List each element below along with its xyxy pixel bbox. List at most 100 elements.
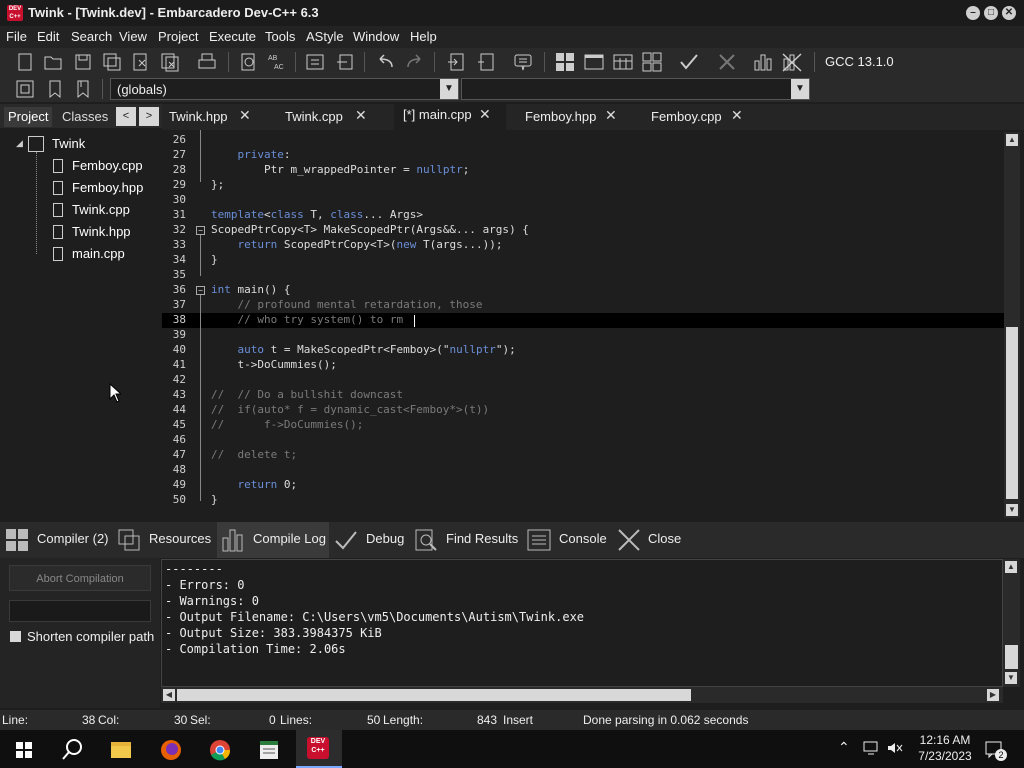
search-icon[interactable] bbox=[52, 734, 92, 766]
new-file-icon[interactable] bbox=[14, 51, 36, 73]
project-options-icon[interactable] bbox=[512, 51, 534, 73]
goto-bookmark-icon[interactable] bbox=[72, 78, 94, 100]
tree-file-femboy-hpp[interactable]: Femboy.hpp bbox=[72, 180, 143, 195]
scroll-up-icon[interactable]: ▲ bbox=[1006, 134, 1018, 146]
code-line[interactable]: 47 // delete t; bbox=[162, 448, 1004, 463]
tab-twink-hpp[interactable]: Twink.hpp bbox=[169, 109, 228, 124]
network-icon[interactable] bbox=[862, 740, 880, 756]
code-line[interactable]: 48 bbox=[162, 463, 1004, 478]
maximize-button[interactable]: □ bbox=[984, 6, 998, 20]
close-icon[interactable]: ✕ bbox=[731, 107, 743, 124]
tab-twink-cpp[interactable]: Twink.cpp bbox=[285, 109, 343, 124]
code-line[interactable]: 42 bbox=[162, 373, 1004, 388]
scroll-right-icon[interactable]: ▶ bbox=[987, 689, 999, 701]
delete-profile-icon[interactable] bbox=[781, 51, 803, 73]
code-line[interactable]: 29}; bbox=[162, 178, 1004, 193]
chevron-down-icon[interactable]: ▼ bbox=[440, 79, 458, 99]
close-icon[interactable]: ✕ bbox=[605, 107, 617, 124]
compiler-select[interactable]: GCC 13.1.0 bbox=[825, 54, 894, 69]
code-line[interactable]: 45 // f->DoCummies(); bbox=[162, 418, 1004, 433]
new-project-icon[interactable] bbox=[446, 51, 468, 73]
code-line[interactable]: 32 ScopedPtrCopy<T> MakeScopedPtr(Args&&.… bbox=[162, 223, 1004, 238]
scope-select[interactable]: (globals) ▼ bbox=[110, 78, 459, 100]
fold-toggle-icon[interactable]: − bbox=[196, 286, 205, 295]
abort-compilation-button[interactable]: Abort Compilation bbox=[9, 565, 151, 591]
menu-edit[interactable]: Edit bbox=[37, 29, 59, 44]
next-tab-button[interactable]: > bbox=[139, 107, 159, 126]
code-line[interactable]: 33 return ScopedPtrCopy<T>(new T(args...… bbox=[162, 238, 1004, 253]
menu-tools[interactable]: Tools bbox=[265, 29, 295, 44]
menu-search[interactable]: Search bbox=[71, 29, 112, 44]
collapse-icon[interactable]: ◢ bbox=[16, 138, 23, 149]
menu-window[interactable]: Window bbox=[353, 29, 399, 44]
code-line[interactable]: 34} bbox=[162, 253, 1004, 268]
redo-icon[interactable] bbox=[404, 51, 426, 73]
code-line[interactable]: 43 // // Do a bullshit downcast bbox=[162, 388, 1004, 403]
tab-compiler[interactable]: Compiler (2) bbox=[37, 531, 109, 546]
tab-debug[interactable]: Debug bbox=[366, 531, 404, 546]
save-all-icon[interactable] bbox=[101, 51, 123, 73]
print-icon[interactable] bbox=[196, 51, 218, 73]
profile-analysis-icon[interactable] bbox=[752, 51, 774, 73]
undo-icon[interactable] bbox=[374, 51, 396, 73]
code-line[interactable]: 31 template<class T, class... Args> bbox=[162, 208, 1004, 223]
code-line[interactable]: 46 bbox=[162, 433, 1004, 448]
tree-file-twink-cpp[interactable]: Twink.cpp bbox=[72, 202, 130, 217]
scroll-down-icon[interactable]: ▼ bbox=[1005, 672, 1017, 684]
tab-main-cpp[interactable]: [*] main.cpp bbox=[403, 107, 472, 122]
clock-date[interactable]: 7/23/2023 bbox=[909, 749, 981, 763]
find-icon[interactable] bbox=[238, 51, 260, 73]
compile-icon[interactable] bbox=[554, 51, 576, 73]
windows-start-icon[interactable] bbox=[4, 734, 44, 766]
menu-view[interactable]: View bbox=[119, 29, 147, 44]
code-line[interactable]: 35 bbox=[162, 268, 1004, 283]
scrollbar-thumb[interactable] bbox=[177, 689, 691, 701]
code-line[interactable]: 49 return 0; bbox=[162, 478, 1004, 493]
close-icon[interactable]: ✕ bbox=[479, 106, 491, 123]
tab-resources[interactable]: Resources bbox=[149, 531, 211, 546]
log-horizontal-scrollbar[interactable]: ◀ ▶ bbox=[161, 687, 1003, 703]
code-line[interactable]: 27 private: bbox=[162, 148, 1004, 163]
replace-icon[interactable]: AB AC bbox=[266, 51, 288, 73]
compile-run-icon[interactable] bbox=[612, 51, 634, 73]
file-explorer-icon[interactable] bbox=[101, 734, 141, 766]
menu-project[interactable]: Project bbox=[158, 29, 198, 44]
close-all-icon[interactable] bbox=[159, 51, 181, 73]
editor-vertical-scrollbar[interactable]: ▲ ▼ bbox=[1004, 132, 1020, 518]
rebuild-all-icon[interactable] bbox=[641, 51, 663, 73]
code-line[interactable]: 40 auto t = MakeScopedPtr<Femboy>("nullp… bbox=[162, 343, 1004, 358]
volume-muted-icon[interactable] bbox=[886, 740, 904, 756]
code-line[interactable]: 41 t->DoCummies(); bbox=[162, 358, 1004, 373]
tab-project[interactable]: Project bbox=[4, 107, 53, 127]
close-window-button[interactable]: ✕ bbox=[1002, 6, 1016, 20]
clock-time[interactable]: 12:16 AM bbox=[909, 733, 981, 747]
tab-femboy-hpp[interactable]: Femboy.hpp bbox=[525, 109, 596, 124]
chevron-down-icon[interactable]: ▼ bbox=[791, 79, 809, 99]
indent-icon[interactable] bbox=[304, 51, 326, 73]
toggle-comment-icon[interactable] bbox=[334, 51, 356, 73]
scroll-up-icon[interactable]: ▲ bbox=[1005, 561, 1017, 573]
close-file-icon[interactable] bbox=[130, 51, 152, 73]
minimize-button[interactable]: – bbox=[966, 6, 980, 20]
text-editor-icon[interactable] bbox=[249, 734, 289, 766]
code-line[interactable]: 50} bbox=[162, 493, 1004, 508]
open-folder-icon[interactable] bbox=[42, 51, 64, 73]
syntax-check-icon[interactable] bbox=[678, 51, 700, 73]
log-vertical-scrollbar[interactable]: ▲ ▼ bbox=[1003, 559, 1020, 687]
prev-tab-button[interactable]: < bbox=[116, 107, 136, 126]
tree-file-main-cpp[interactable]: main.cpp bbox=[72, 246, 125, 261]
tab-femboy-cpp[interactable]: Femboy.cpp bbox=[651, 109, 722, 124]
remove-project-icon[interactable] bbox=[476, 51, 498, 73]
code-line[interactable]: 30 bbox=[162, 193, 1004, 208]
scrollbar-thumb[interactable] bbox=[1006, 327, 1018, 499]
compile-log-output[interactable]: -------- - Errors: 0 - Warnings: 0 - Out… bbox=[161, 559, 1003, 687]
tree-file-twink-hpp[interactable]: Twink.hpp bbox=[72, 224, 131, 239]
code-line[interactable]: 44 // if(auto* f = dynamic_cast<Femboy*>(… bbox=[162, 403, 1004, 418]
code-editor[interactable]: 26 27 private: 28 Ptr m_wrappedPointer = n… bbox=[162, 130, 1004, 518]
tab-console[interactable]: Console bbox=[559, 531, 607, 546]
tab-compile-log[interactable]: Compile Log bbox=[253, 531, 326, 546]
insert-icon[interactable] bbox=[14, 78, 36, 100]
fold-toggle-icon[interactable]: − bbox=[196, 226, 205, 235]
close-icon[interactable]: ✕ bbox=[239, 107, 251, 124]
menu-help[interactable]: Help bbox=[410, 29, 437, 44]
